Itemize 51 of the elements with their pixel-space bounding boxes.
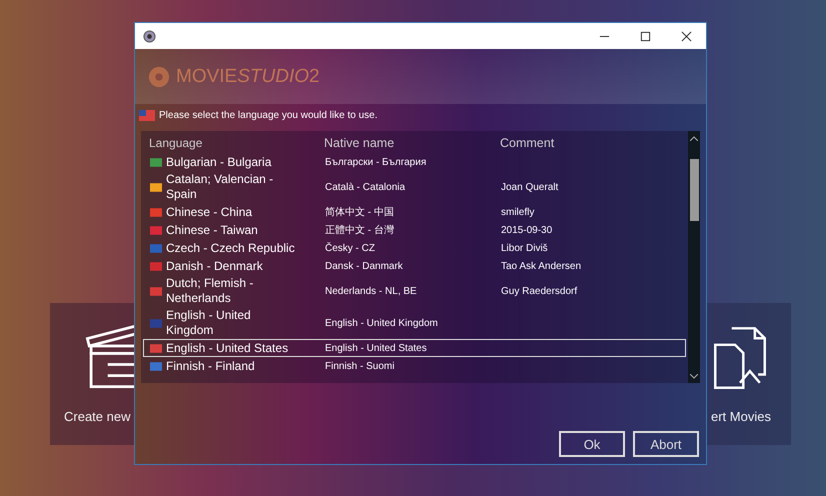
scrollbar[interactable]: [688, 131, 700, 383]
native-name: Nederlands - NL, BE: [324, 286, 418, 296]
film-reel-icon: [148, 66, 170, 88]
language-name: Chinese - Taiwan: [166, 222, 258, 238]
column-header[interactable]: Language: [143, 136, 318, 150]
language-row[interactable]: Czech - Czech Republic Česky - CZ Libor Diviš: [143, 239, 686, 257]
logo-text: MOVIESTUDIO2: [176, 66, 320, 88]
language-name: English - United States: [166, 340, 288, 356]
close-icon[interactable]: [681, 30, 692, 42]
instruction-text: Please select the language you would like to use.: [159, 110, 378, 121]
language-row[interactable]: Danish - Denmark Dansk - Danmark Tao Ask Andersen: [143, 257, 686, 275]
maximize-icon[interactable]: [640, 30, 651, 42]
comment-text: Joan Queralt: [500, 182, 560, 192]
comment-text: Guy Raedersdorf: [500, 286, 578, 296]
column-header[interactable]: Native name: [318, 136, 494, 150]
comment-text: Libor Diviš: [500, 242, 549, 254]
native-name: Български - България: [324, 156, 428, 168]
dialog-button[interactable]: Ok: [559, 431, 625, 457]
language-row[interactable]: English - United States English - United States: [143, 339, 686, 357]
native-name: Česky - CZ: [324, 242, 376, 254]
language-name: Czech - Czech Republic: [166, 240, 295, 256]
comment-text: Tao Ask Andersen: [500, 260, 582, 272]
language-name: Bulgarian - Bulgaria: [166, 154, 272, 170]
column-header[interactable]: Comment: [494, 136, 686, 150]
native-name: English - United States: [324, 342, 428, 354]
language-name: Catalan; Valencian - Spain: [166, 172, 274, 202]
language-row[interactable]: English - United Kingdom English - United Kingdom: [143, 307, 686, 339]
language-name: Chinese - China: [166, 204, 252, 220]
native-name: Finnish - Suomi: [324, 360, 396, 372]
language-name: Danish - Denmark: [166, 258, 263, 274]
app-icon: [143, 30, 156, 42]
language-row[interactable]: Chinese - Taiwan 正體中文 - 台灣 2015-09-30: [143, 221, 686, 239]
native-name: Dansk - Danmark: [324, 260, 404, 272]
native-name: 简体中文 - 中国: [324, 206, 395, 219]
language-row[interactable]: Bulgarian - Bulgaria Български - България: [143, 153, 686, 171]
native-name: English - United Kingdom: [324, 318, 439, 328]
native-name: Català - Catalonia: [324, 182, 406, 192]
language-row[interactable]: Chinese - China 简体中文 - 中国 smilefly: [143, 203, 686, 221]
language-name: Dutch; Flemish - Netherlands: [166, 276, 254, 306]
dialog-button[interactable]: Abort: [633, 431, 699, 457]
comment-text: 2015-09-30: [500, 224, 554, 236]
comment-text: smilefly: [500, 206, 536, 218]
tile-button[interactable]: ert Movies: [707, 303, 791, 445]
language-row[interactable]: Catalan; Valencian - Spain Català - Catalonia Joan Queralt: [143, 171, 686, 203]
language-row[interactable]: Dutch; Flemish - Netherlands Nederlands - NL, BE Guy Raedersdorf: [143, 275, 686, 307]
scroll-thumb[interactable]: [690, 159, 698, 221]
language-name: English - United Kingdom: [166, 308, 252, 338]
language-row[interactable]: Finnish - Finland Finnish - Suomi: [143, 357, 686, 375]
flag-icon: [139, 110, 155, 121]
language-name: Finnish - Finland: [166, 358, 255, 374]
native-name: 正體中文 - 台灣: [324, 224, 395, 237]
